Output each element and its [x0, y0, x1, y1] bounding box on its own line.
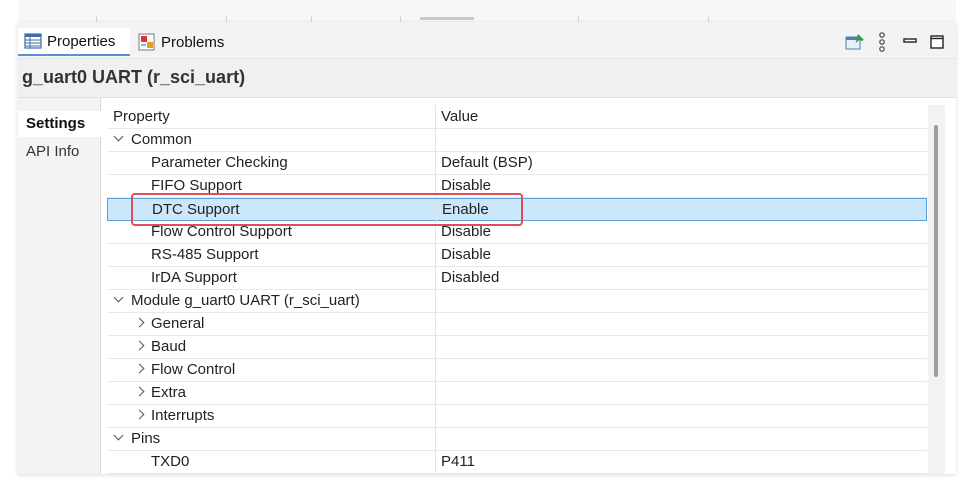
chevron-right-icon[interactable] [134, 317, 145, 328]
tab-properties-label: Properties [47, 32, 116, 50]
property-label: Module g_uart0 UART (r_sci_uart) [131, 292, 360, 309]
side-tab-api-info[interactable]: API Info [18, 139, 100, 165]
table-row[interactable]: TXD0 P411 [107, 451, 927, 474]
chevron-down-icon[interactable] [113, 131, 124, 142]
chevron-down-icon[interactable] [113, 430, 124, 441]
chevron-right-icon[interactable] [134, 386, 145, 397]
tab-problems[interactable]: Problems [132, 28, 236, 56]
property-value[interactable]: Disable [435, 244, 491, 267]
property-label: Pins [131, 430, 161, 447]
property-value [435, 382, 441, 405]
chevron-right-icon[interactable] [134, 409, 145, 420]
property-value[interactable]: Disabled [435, 267, 499, 290]
strip-selection-indicator [420, 17, 474, 20]
property-label: Extra [151, 384, 187, 401]
tab-problems-label: Problems [161, 33, 225, 51]
view-tab-bar: Properties Problems [18, 22, 956, 59]
column-header-value: Value [435, 105, 478, 128]
property-label: Parameter Checking [151, 154, 288, 171]
property-value[interactable]: P411 [435, 451, 475, 474]
annotation-highlight-box [131, 193, 523, 226]
property-label: RS-485 Support [151, 246, 259, 263]
table-row[interactable]: General [107, 313, 927, 336]
table-row[interactable]: Module g_uart0 UART (r_sci_uart) [107, 290, 927, 313]
grid-header: Property Value [107, 105, 927, 129]
table-row[interactable]: Baud [107, 336, 927, 359]
view-menu-button[interactable] [874, 31, 890, 53]
table-row[interactable]: Flow Control [107, 359, 927, 382]
property-value [435, 359, 441, 382]
properties-side-tabs: Settings API Info [18, 98, 101, 474]
property-label: General [151, 315, 205, 332]
chevron-right-icon[interactable] [134, 340, 145, 351]
page-title: g_uart0 UART (r_sci_uart) [22, 67, 246, 87]
minimize-button[interactable] [901, 31, 919, 53]
chevron-down-icon[interactable] [113, 292, 124, 303]
table-row[interactable]: Parameter Checking Default (BSP) [107, 152, 927, 175]
property-value [435, 428, 441, 451]
maximize-button[interactable] [928, 31, 946, 53]
property-value[interactable]: Default (BSP) [435, 152, 533, 175]
table-row[interactable]: Pins [107, 428, 927, 451]
pin-view-icon [845, 34, 864, 50]
property-label: Baud [151, 338, 187, 355]
scrollbar-thumb[interactable] [934, 125, 938, 377]
property-label: IrDA Support [151, 269, 237, 286]
properties-panel: Properties Problems g_uart0 UART (r_sci_… [18, 22, 956, 474]
view-menu-icon [879, 32, 885, 52]
vertical-scrollbar[interactable] [928, 105, 945, 474]
top-editor-strip [18, 0, 956, 23]
property-value [435, 336, 441, 359]
side-tab-settings[interactable]: Settings [18, 111, 101, 137]
property-label: Common [131, 131, 192, 148]
property-value [435, 313, 441, 336]
property-label: Interrupts [151, 407, 215, 424]
table-row[interactable]: Extra [107, 382, 927, 405]
problems-icon [138, 33, 155, 51]
properties-title-bar: g_uart0 UART (r_sci_uart) [18, 59, 956, 98]
property-value [435, 405, 441, 428]
property-value [435, 129, 441, 152]
maximize-icon [930, 35, 944, 49]
chevron-right-icon[interactable] [134, 363, 145, 374]
properties-table-icon [24, 33, 42, 49]
table-row[interactable]: IrDA Support Disabled [107, 267, 927, 290]
table-row[interactable]: Interrupts [107, 405, 927, 428]
property-label: TXD0 [151, 453, 190, 470]
table-row[interactable]: Common [107, 129, 927, 152]
table-row[interactable]: RS-485 Support Disable [107, 244, 927, 267]
pin-view-button[interactable] [844, 31, 866, 53]
minimize-icon [903, 38, 917, 43]
property-value [435, 290, 441, 313]
tab-properties[interactable]: Properties [18, 28, 130, 56]
properties-grid: Property Value Common Parameter Checking D… [107, 105, 927, 474]
property-label: Flow Control [151, 361, 236, 378]
column-header-property: Property [113, 108, 170, 125]
